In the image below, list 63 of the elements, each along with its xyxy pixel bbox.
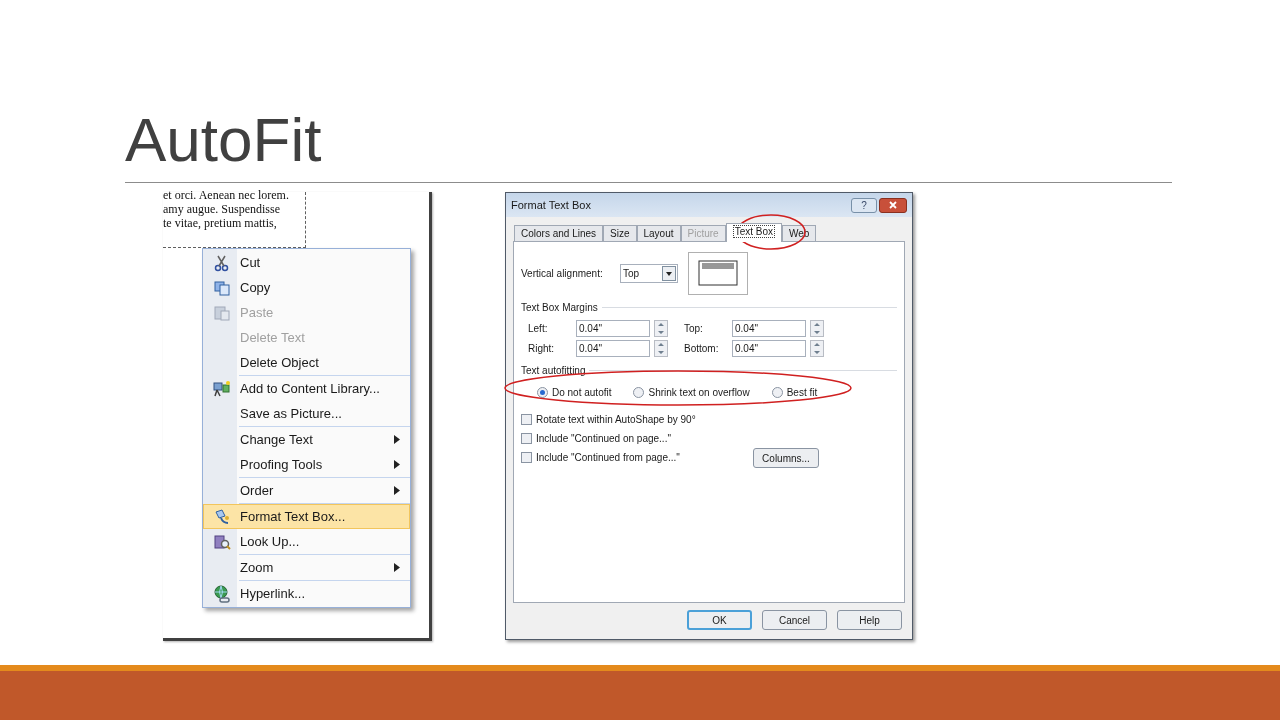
number-field[interactable]: 0.04" <box>576 320 650 337</box>
field-label: Bottom: <box>684 342 720 356</box>
field-label: Right: <box>528 342 556 356</box>
spinner-icon <box>654 320 668 337</box>
window-title: Format Text Box <box>511 197 592 213</box>
dropdown[interactable]: Top <box>620 264 678 283</box>
spinner-icon <box>810 340 824 357</box>
library-icon <box>213 379 231 398</box>
menu-item[interactable]: Add to Content Library... <box>203 376 410 401</box>
book-magnifier-icon <box>213 532 231 551</box>
submenu-arrow-icon <box>394 460 400 469</box>
field-label: Top: <box>684 322 704 336</box>
columns-button[interactable]: Columns... <box>753 448 819 468</box>
menu-item[interactable]: Copy <box>203 275 410 300</box>
radio-option[interactable]: Best fit <box>771 385 818 400</box>
spinner-icon <box>810 320 824 337</box>
alignment-preview-icon <box>688 252 748 295</box>
checkbox-option[interactable]: Include "Continued from page..." <box>521 450 753 465</box>
menu-item[interactable]: Delete Object <box>203 350 410 375</box>
menu-item[interactable]: Cut <box>203 250 410 275</box>
dialog-button[interactable]: Cancel <box>762 610 827 630</box>
field-label: Left: <box>528 322 549 336</box>
field-label: Vertical alignment: <box>521 267 604 281</box>
menu-item[interactable]: Order <box>203 478 410 503</box>
menu-item[interactable]: Format Text Box... <box>203 504 410 529</box>
submenu-arrow-icon <box>394 563 400 572</box>
dialog-button[interactable]: Help <box>837 610 902 630</box>
tab[interactable]: Size <box>603 225 637 241</box>
globe-link-icon <box>213 584 231 603</box>
close-icon <box>889 201 897 209</box>
section-heading: Text autofitting <box>521 364 586 378</box>
menu-item[interactable]: Save as Picture... <box>203 401 410 426</box>
submenu-arrow-icon <box>394 435 400 444</box>
spinner-icon <box>654 340 668 357</box>
slide-title: AutoFit <box>125 104 323 176</box>
tab[interactable]: Text Box <box>725 223 782 242</box>
document-text: amy augue. Suspendisse <box>163 202 281 216</box>
radio-option[interactable]: Do not autofit <box>537 385 612 400</box>
document-text: te vitae, pretium mattis, <box>163 216 278 230</box>
menu-item[interactable]: Look Up... <box>203 529 410 554</box>
clipboard-icon <box>213 303 231 322</box>
scissors-icon <box>213 253 231 272</box>
format-brush-icon <box>213 507 231 526</box>
copy-icon <box>213 278 231 297</box>
menu-item[interactable]: Hyperlink... <box>203 581 410 606</box>
submenu-arrow-icon <box>394 486 400 495</box>
tab[interactable]: Layout <box>636 225 681 241</box>
caret-icon <box>662 266 676 281</box>
number-field[interactable]: 0.04" <box>576 340 650 357</box>
document-text: et orci. Aenean nec lorem. <box>163 188 290 202</box>
checkbox-option[interactable]: Rotate text within AutoShape by 90° <box>521 412 753 427</box>
menu-item[interactable]: Change Text <box>203 427 410 452</box>
checkbox-option[interactable]: Include "Continued on page..." <box>521 431 753 446</box>
dialog-button[interactable]: OK <box>687 610 752 630</box>
menu-item[interactable]: Zoom <box>203 555 410 580</box>
help-button[interactable]: ? <box>851 197 877 213</box>
menu-item[interactable]: Proofing Tools <box>203 452 410 477</box>
tab[interactable]: Colors and Lines <box>514 225 604 241</box>
radio-option[interactable]: Shrink text on overflow <box>633 385 750 400</box>
close-button[interactable] <box>879 197 907 213</box>
number-field[interactable]: 0.04" <box>732 340 806 357</box>
section-heading: Text Box Margins <box>521 301 598 315</box>
number-field[interactable]: 0.04" <box>732 320 806 337</box>
